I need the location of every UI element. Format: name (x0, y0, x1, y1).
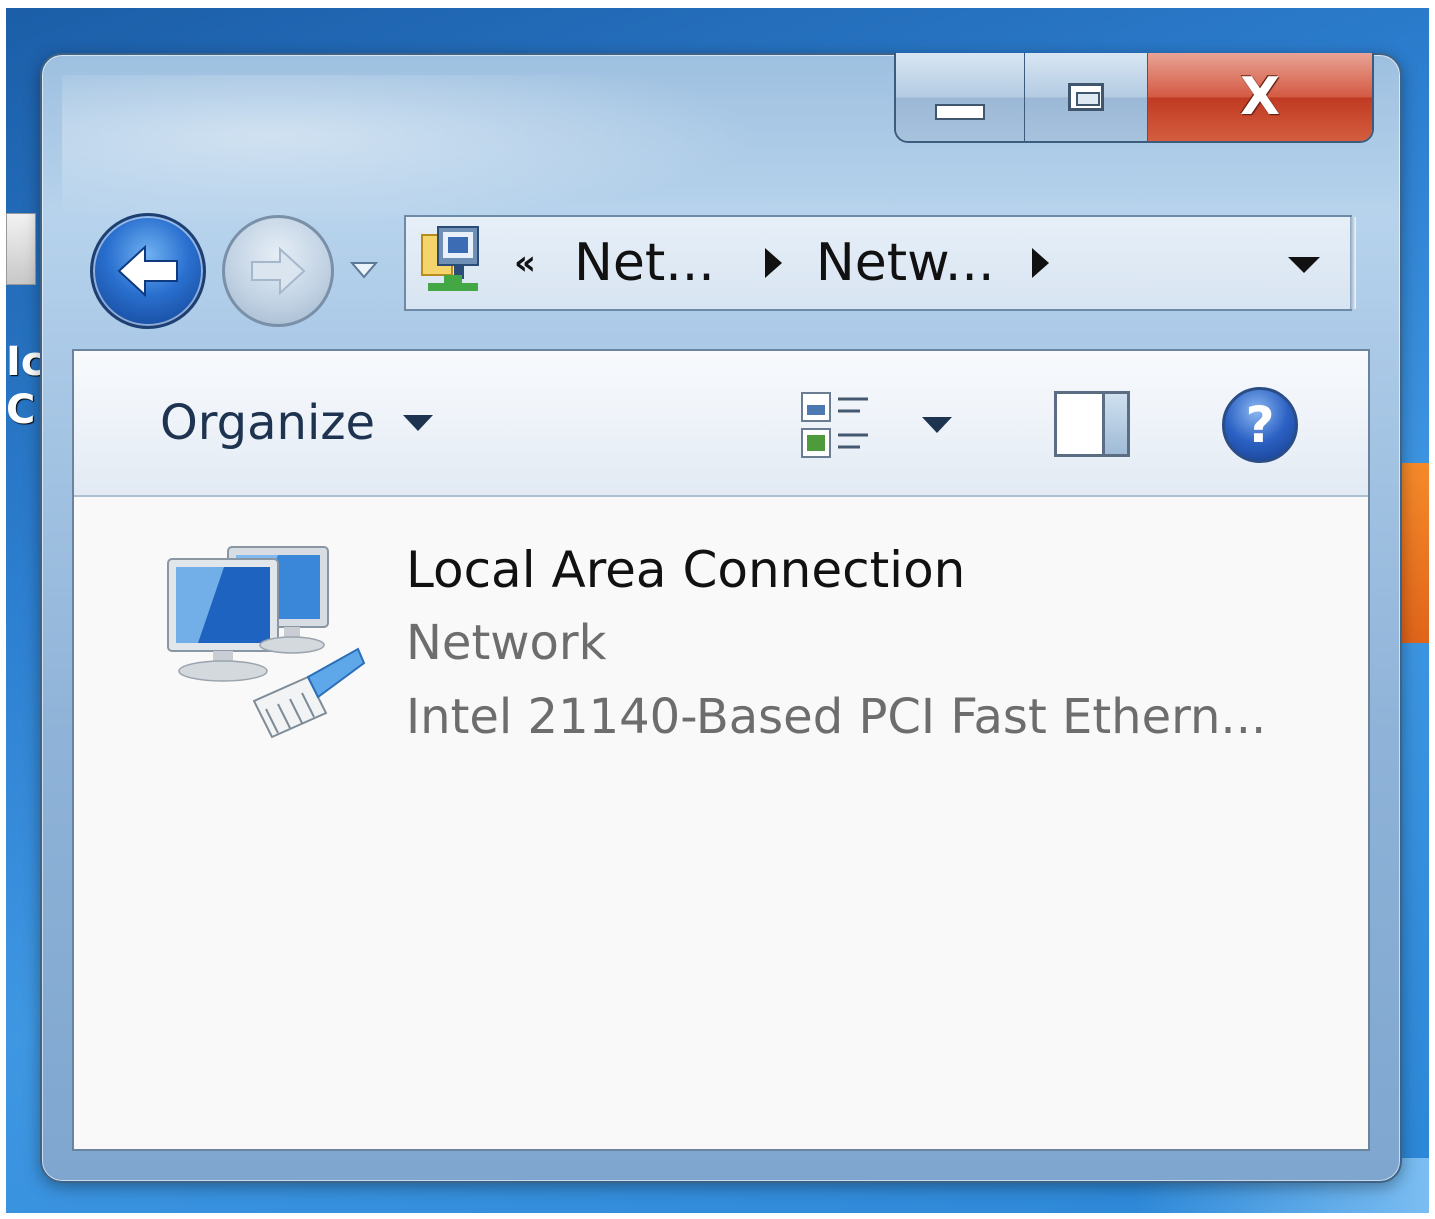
local-area-connection-item[interactable]: Local Area Connection Network Intel 2114… (154, 531, 1284, 771)
minimize-button[interactable] (896, 53, 1025, 141)
network-connections-window: X « Net... Netw... Organize ? Local Area… (40, 53, 1402, 1183)
desktop-background: Ic C X « Net... Netw... Organize ? Local… (6, 8, 1429, 1213)
recent-pages-dropdown-icon (349, 262, 379, 279)
close-button[interactable]: X (1148, 53, 1372, 141)
minimize-icon (935, 104, 985, 120)
network-connections-folder-icon (414, 223, 494, 303)
breadcrumb-separator-icon[interactable] (764, 248, 782, 278)
close-icon: X (1239, 67, 1281, 127)
recent-pages-dropdown[interactable] (347, 255, 381, 285)
glass-sheen (62, 75, 762, 225)
desktop-orange-shape (1401, 463, 1429, 643)
breadcrumb-separator-icon[interactable] (1032, 248, 1050, 278)
connection-name: Local Area Connection (406, 541, 966, 599)
connection-network-status: Network (406, 615, 607, 671)
organize-dropdown-icon (403, 415, 434, 431)
help-button[interactable]: ? (1222, 387, 1298, 463)
breadcrumb-overflow-chevron[interactable]: « (514, 243, 536, 283)
forward-button[interactable] (222, 215, 334, 327)
back-arrow-icon (117, 244, 178, 298)
content-pane: Organize ? Local Area Connection Network… (72, 349, 1370, 1151)
organize-button[interactable]: Organize (160, 393, 434, 453)
forward-arrow-icon (251, 246, 306, 296)
network-adapter-icon (167, 546, 366, 739)
caption-buttons: X (894, 53, 1374, 143)
desktop-shortcut-label-fragment: Ic C (6, 339, 45, 433)
change-view-icon (801, 392, 868, 458)
preview-pane-button[interactable] (1054, 391, 1130, 457)
change-view-dropdown-icon[interactable] (922, 417, 952, 433)
organize-label: Organize (160, 395, 376, 451)
back-button[interactable] (90, 213, 206, 329)
maximize-icon (1068, 83, 1104, 111)
command-toolbar: Organize ? (74, 351, 1368, 497)
help-icon: ? (1245, 396, 1275, 454)
address-history-dropdown-icon[interactable] (1288, 257, 1320, 273)
breadcrumb-segment[interactable]: Net... (574, 233, 715, 293)
maximize-button[interactable] (1025, 53, 1148, 141)
breadcrumb-segment[interactable]: Netw... (816, 233, 995, 293)
connection-adapter-name: Intel 21140-Based PCI Fast Ethern... (406, 689, 1267, 745)
address-bar[interactable]: « Net... Netw... (404, 215, 1356, 311)
change-view-button[interactable] (798, 389, 874, 465)
address-bar-divider (1350, 217, 1356, 309)
desktop-shortcut-icon[interactable] (6, 213, 36, 285)
